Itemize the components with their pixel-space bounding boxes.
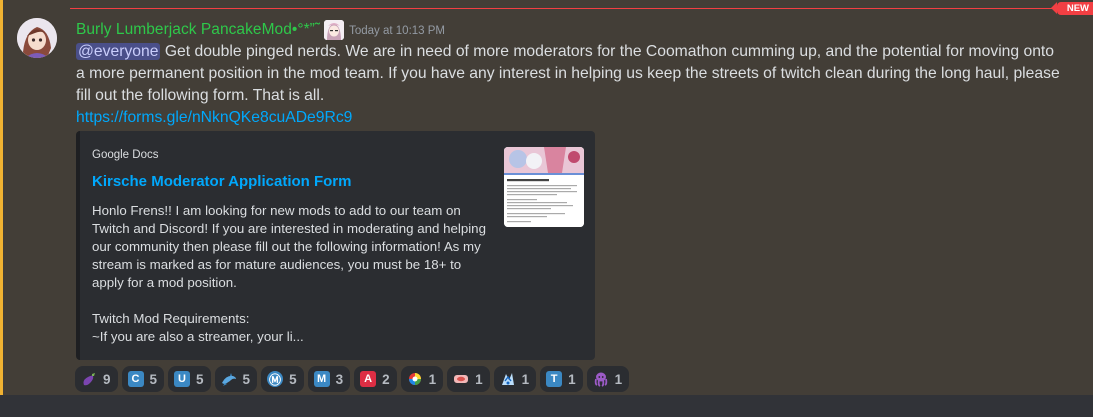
m-emoji: M: [313, 371, 330, 387]
new-badge: NEW: [1050, 2, 1093, 15]
reaction-custom-3[interactable]: 1: [493, 366, 537, 392]
timestamp: Today at 10:13 PM: [349, 25, 446, 37]
dolphin-emoji: [221, 371, 237, 387]
custom-emoji-3: [500, 371, 516, 387]
everyone-mention[interactable]: @everyone: [76, 43, 161, 60]
eggplant-emoji: [81, 371, 97, 387]
username[interactable]: Burly Lumberjack PancakeMod•°*”˜: [76, 21, 320, 39]
reaction-custom-1[interactable]: 1: [400, 366, 444, 392]
form-link[interactable]: https://forms.gle/nNknQKe8cuADe9Rc9: [76, 107, 352, 129]
message: NEW Burly Lumberjack PancakeMod•°*”˜ Tod…: [0, 0, 1093, 395]
reaction-eggplant[interactable]: 9: [75, 366, 118, 392]
octopus-emoji: [593, 371, 609, 387]
reaction-octopus[interactable]: 1: [586, 366, 630, 392]
avatar[interactable]: [17, 18, 57, 58]
c-emoji: C: [127, 371, 144, 387]
t-emoji: T: [546, 371, 563, 387]
link-embed: Google Docs Kirsche Moderator Applicatio…: [76, 131, 595, 360]
new-messages-divider: [70, 8, 1063, 9]
circled-m-emoji: Ⓜ: [267, 371, 284, 387]
reaction-custom-2[interactable]: 1: [447, 366, 490, 392]
embed-thumbnail[interactable]: [504, 147, 584, 227]
reaction-m[interactable]: M 3: [307, 366, 351, 392]
embed-title[interactable]: Kirsche Moderator Application Form: [92, 173, 351, 190]
reaction-dolphin[interactable]: 5: [214, 366, 258, 392]
reaction-u[interactable]: U 5: [168, 366, 211, 392]
reaction-circled-m[interactable]: Ⓜ 5: [261, 366, 304, 392]
mention-highlight-bar: [0, 0, 3, 395]
message-text: Get double pinged nerds. We are in need …: [76, 43, 1060, 104]
reaction-a-button[interactable]: A 2: [354, 366, 397, 392]
u-emoji: U: [174, 371, 191, 387]
custom-emoji-2: [453, 371, 469, 387]
custom-emoji-1: [407, 371, 423, 387]
embed-provider: Google Docs: [92, 149, 159, 161]
a-button-emoji: A: [360, 371, 377, 387]
role-icon[interactable]: [324, 20, 345, 40]
reactions-bar: 9 C 5 U 5 5 Ⓜ 5 M 3 A 2 1 1 1 T 1 1: [75, 366, 630, 392]
embed-description: Honlo Frens!! I am looking for new mods …: [92, 203, 486, 344]
message-content: @everyone Get double pinged nerds. We ar…: [76, 41, 1066, 129]
reaction-t[interactable]: T 1: [540, 366, 583, 392]
reaction-c[interactable]: C 5: [121, 366, 165, 392]
